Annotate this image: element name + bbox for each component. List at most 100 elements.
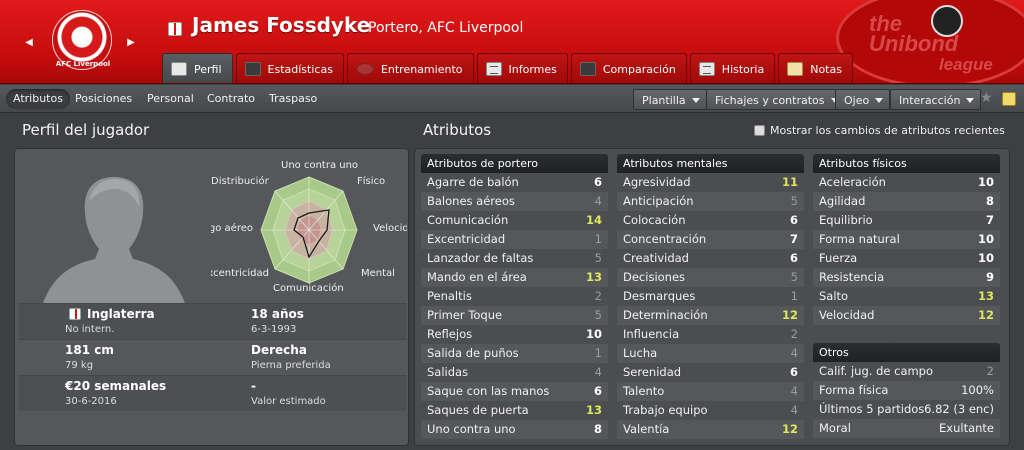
attribute-label: Comunicación	[427, 213, 509, 227]
attribute-row[interactable]: Moral Exultante	[813, 419, 1000, 438]
attribute-row[interactable]: Fuerza 10	[813, 249, 1000, 268]
attribute-value: 8	[593, 422, 602, 436]
transfers-dropdown[interactable]: Fichajes y contratos	[706, 89, 846, 110]
attribute-row[interactable]: Reflejos 10	[421, 325, 608, 344]
squad-dropdown[interactable]: Plantilla	[633, 89, 707, 110]
league-logo[interactable]: the Unibond league	[836, 0, 1024, 83]
attribute-label: Colocación	[623, 213, 686, 227]
attribute-row[interactable]: Primer Toque 5	[421, 306, 608, 325]
subtab-posiciones[interactable]: Posiciones	[68, 89, 139, 109]
attribute-value: 6	[789, 251, 798, 265]
radar-label-one-on-one: Uno contra uno	[281, 160, 359, 171]
attribute-row[interactable]: Lucha 4	[617, 344, 804, 363]
attribute-row[interactable]: Desmarques 1	[617, 287, 804, 306]
attribute-row[interactable]: Equilibrio 7	[813, 211, 1000, 230]
attribute-label: Valentía	[623, 422, 670, 436]
recent-changes-label[interactable]: Mostrar los cambios de atributos recient…	[770, 124, 1005, 137]
attribute-value: 10	[977, 175, 994, 189]
tab-comparacion[interactable]: Comparación	[570, 53, 687, 83]
league-emblem-icon	[931, 5, 963, 37]
tab-notas[interactable]: Notas	[778, 53, 853, 83]
attribute-label: Lucha	[623, 346, 658, 360]
wage[interactable]: €20 semanales	[65, 379, 166, 393]
height: 181 cm	[65, 343, 114, 357]
england-flag-icon	[69, 308, 81, 320]
attribute-value: 100%	[961, 383, 994, 397]
subtab-personal[interactable]: Personal	[140, 89, 201, 109]
attribute-row[interactable]: Saques de puerta 13	[421, 401, 608, 420]
attribute-row[interactable]: Aceleración 10	[813, 173, 1000, 192]
attribute-row[interactable]: Saque con las manos 6	[421, 382, 608, 401]
radar-plot	[260, 176, 358, 284]
sub-toolbar: Atributos Posiciones Personal Contrato T…	[0, 85, 1024, 113]
subtab-traspaso[interactable]: Traspaso	[262, 89, 324, 109]
attribute-value: 13	[585, 403, 602, 417]
subtab-contrato[interactable]: Contrato	[200, 89, 262, 109]
add-note-icon[interactable]	[1002, 92, 1016, 106]
stats-icon	[244, 62, 261, 76]
subtab-atributos[interactable]: Atributos	[6, 89, 70, 109]
attribute-row[interactable]: Uno contra uno 8	[421, 420, 608, 439]
attribute-row[interactable]: Comunicación 14	[421, 211, 608, 230]
attribute-row[interactable]: Decisiones 5	[617, 268, 804, 287]
tab-historia[interactable]: Historia	[689, 53, 776, 83]
interaction-dropdown[interactable]: Interacción	[890, 89, 982, 110]
attributes-panel: Atributos de portero Agarre de balón 6 Bal…	[414, 148, 1010, 446]
tab-informes[interactable]: Informes	[476, 53, 568, 83]
preferred-foot: Derecha	[251, 343, 307, 357]
tab-label: Historia	[721, 62, 765, 76]
forward-arrow-icon[interactable]: ▶	[124, 36, 138, 50]
attribute-row[interactable]: Penaltis 2	[421, 287, 608, 306]
attribute-row[interactable]: Velocidad 12	[813, 306, 1000, 325]
attribute-row[interactable]: Concentración 7	[617, 230, 804, 249]
attribute-label: Forma física	[819, 383, 889, 397]
attribute-row[interactable]: Lanzador de faltas 5	[421, 249, 608, 268]
attribute-label: Equilibrio	[819, 213, 873, 227]
attribute-row[interactable]: Agarre de balón 6	[421, 173, 608, 192]
attribute-row[interactable]: Creatividad 6	[617, 249, 804, 268]
attribute-row[interactable]: Colocación 6	[617, 211, 804, 230]
attribute-row[interactable]: Resistencia 9	[813, 268, 1000, 287]
attribute-row[interactable]: Últimos 5 partidos 6.82 (3 enc)	[813, 400, 1000, 419]
recent-changes-checkbox[interactable]	[754, 125, 765, 136]
tab-estadisticas[interactable]: Estadísticas	[235, 53, 344, 83]
caps: No intern.	[65, 324, 115, 335]
tab-perfil[interactable]: Perfil	[162, 53, 233, 83]
attribute-row[interactable]: Valentía 12	[617, 420, 804, 439]
player-name: James Fossdyke	[192, 13, 371, 37]
attribute-row[interactable]: Trabajo equipo 4	[617, 401, 804, 420]
back-arrow-icon[interactable]: ◀	[22, 36, 36, 50]
attribute-row[interactable]: Forma natural 10	[813, 230, 1000, 249]
tab-entrenamiento[interactable]: Entrenamiento	[346, 53, 474, 83]
attribute-row[interactable]: Balones aéreos 4	[421, 192, 608, 211]
attribute-row[interactable]: Determinación 12	[617, 306, 804, 325]
attribute-row[interactable]: Agresividad 11	[617, 173, 804, 192]
contract-end: 30-6-2016	[65, 396, 117, 407]
club-short-name: AFC Liverpool	[55, 60, 111, 68]
scouting-dropdown[interactable]: Ojeo	[835, 89, 891, 110]
attribute-label: Salto	[819, 289, 849, 303]
attribute-row[interactable]: Salida de puños 1	[421, 344, 608, 363]
attribute-row[interactable]: Influencia 2	[617, 325, 804, 344]
player-role[interactable]: Portero, AFC Liverpool	[368, 20, 523, 36]
attribute-row[interactable]: Agilidad 8	[813, 192, 1000, 211]
attribute-value: 13	[977, 289, 994, 303]
attribute-row[interactable]: Salidas 4	[421, 363, 608, 382]
attribute-row[interactable]: Anticipación 5	[617, 192, 804, 211]
attribute-value: 12	[781, 308, 798, 322]
attribute-label: Determinación	[623, 308, 708, 322]
attribute-label: Resistencia	[819, 270, 885, 284]
attribute-value: 7	[985, 213, 994, 227]
attribute-row[interactable]: Excentricidad 1	[421, 230, 608, 249]
attribute-row[interactable]: Salto 13	[813, 287, 1000, 306]
attribute-row[interactable]: Serenidad 6	[617, 363, 804, 382]
attribute-row[interactable]: Mando en el área 13	[421, 268, 608, 287]
attribute-label: Talento	[623, 384, 665, 398]
attribute-label: Mando en el área	[427, 270, 527, 284]
attribute-value: 4	[594, 365, 602, 379]
shortlist-star-icon[interactable]: ★	[980, 90, 993, 106]
nationality[interactable]: Inglaterra	[87, 307, 155, 321]
attribute-row[interactable]: Talento 4	[617, 382, 804, 401]
attribute-row[interactable]: Forma física 100%	[813, 381, 1000, 400]
attribute-row[interactable]: Calif. jug. de campo 2	[813, 362, 1000, 381]
